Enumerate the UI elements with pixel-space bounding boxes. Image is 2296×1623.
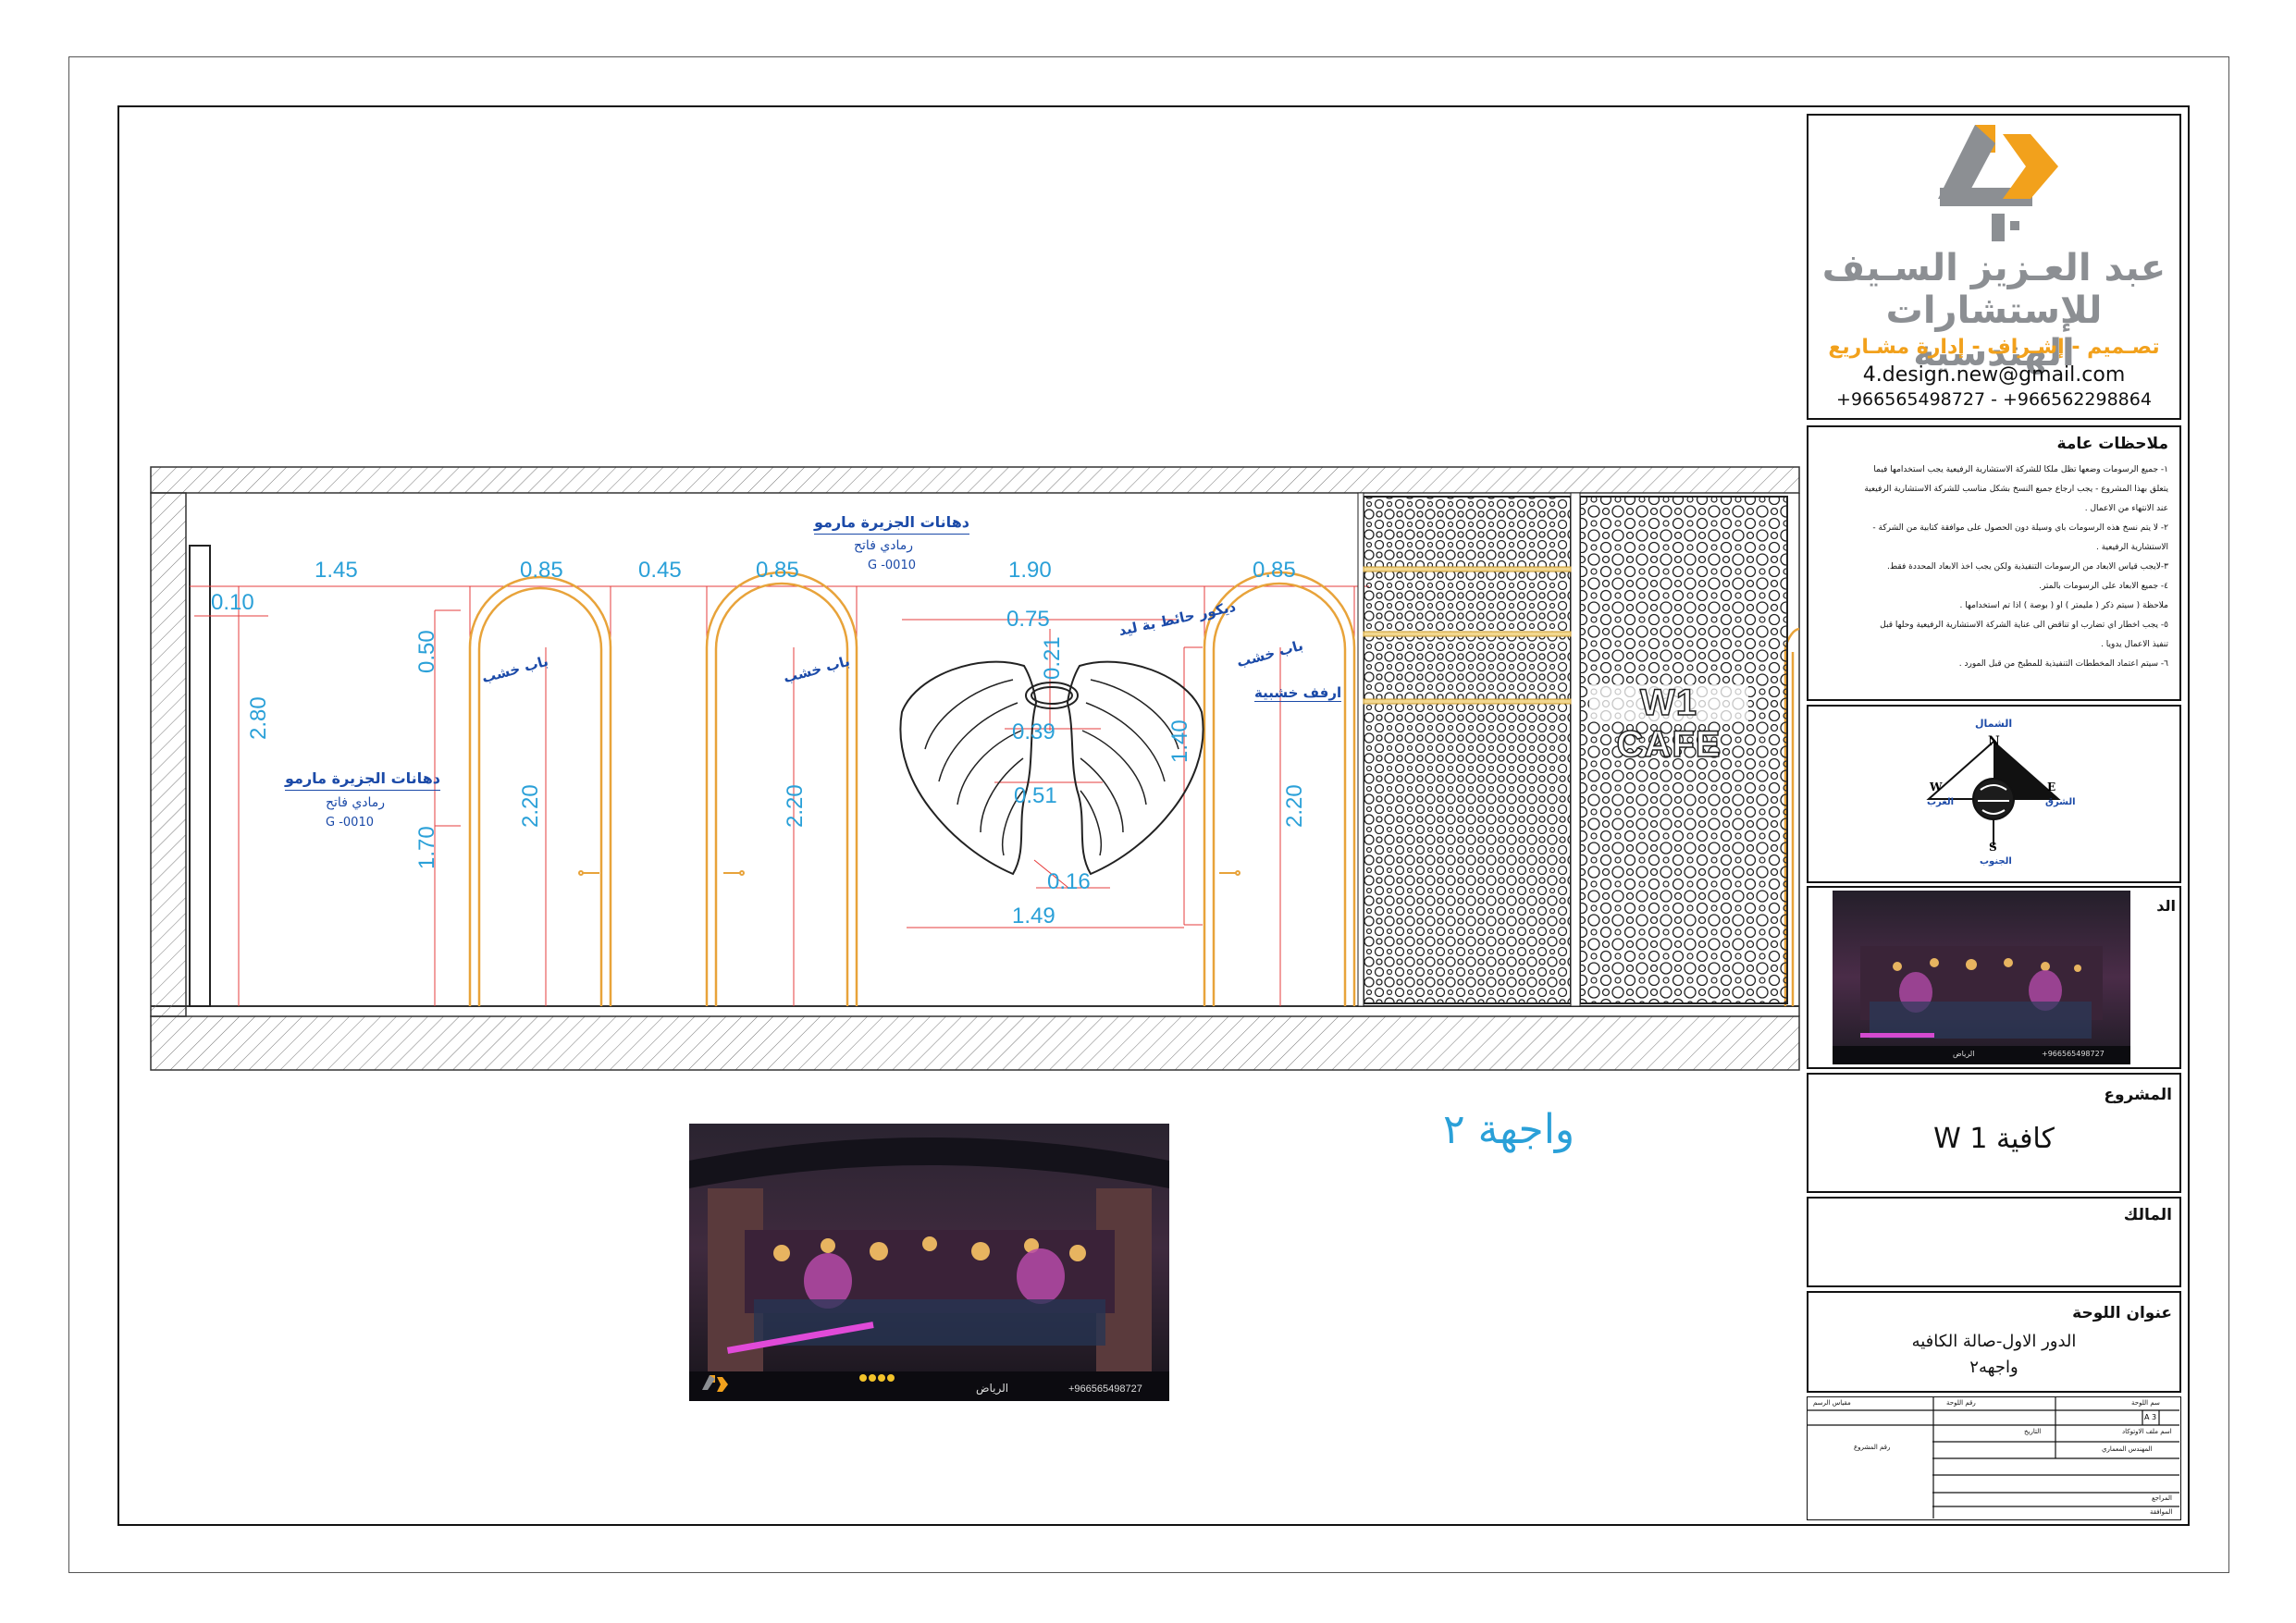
dim-140: 1.40 (1167, 719, 1192, 763)
note-line: ٥- يجب اخطار اي تضارب او تناقض الى عناية… (1880, 621, 2168, 630)
note-line: عند الانتهاء من الاعمال . (2084, 504, 2168, 513)
paint-label-left: دهانات الجزيرة مارمو (285, 769, 440, 791)
note-line: تنفيذ الاعمال يدويا . (2101, 640, 2168, 649)
note-line: ١- جميع الرسومات وضعها تظل ملكا للشركة ا… (1873, 465, 2168, 474)
compass-north: N (1988, 734, 2000, 749)
note-line: ٣-لايجب قياس الابعاد من الرسومات التنفيذ… (1887, 562, 2168, 572)
tt-paper-size: A 3 (2144, 1413, 2157, 1421)
sheet-title-label: عنوان اللوحة (2072, 1304, 2172, 1322)
note-line: يتعلق بهذا المشروع - يجب ارجاع جميع النس… (1864, 485, 2168, 494)
dim-top-5: 1.90 (1008, 558, 1052, 583)
dim-039: 0.39 (1012, 719, 1055, 744)
compass-east: E (2047, 781, 2056, 793)
dim-051: 0.51 (1014, 783, 1057, 808)
company-phones: +966565498727 - +966562298864 (1836, 389, 2152, 410)
paint-code-left: G -0010 (326, 816, 374, 830)
left-wall (150, 492, 187, 1017)
dim-top-6: 0.85 (1253, 558, 1296, 583)
sheet-title-line2: واجهه٢ (1969, 1358, 2018, 1377)
company-logo-box: عبد العـزيز السـيف للإستشارات الهندسية ت… (1807, 114, 2181, 420)
paint-code-top: G -0010 (868, 559, 916, 572)
owner-label: المالك (2123, 1206, 2172, 1224)
render-location: الرياض (976, 1382, 1009, 1395)
key-plan-box: الد الرياض +966565498727 (1807, 886, 2181, 1069)
dim-top-4: 0.85 (756, 558, 799, 583)
tt-date-label: التاريخ (2024, 1428, 2042, 1435)
dim-door-height-3: 2.20 (1282, 784, 1307, 828)
dim-149: 1.49 (1012, 904, 1055, 928)
note-line: ملاحظة ( سيتم ذكر ( مليمتر ) او ( بوصة )… (1959, 601, 2168, 610)
dim-door-height-2: 2.20 (783, 784, 808, 828)
dim-010: 0.10 (211, 590, 254, 615)
compass-south: S (1989, 841, 1997, 854)
notes-title: ملاحظات عامة (2056, 435, 2168, 453)
note-line: ٢- لا يتم نسخ هذه الرسومات باي وسيلة دون… (1872, 523, 2168, 533)
tt-sheet-no-label: رقم اللوحة (1946, 1399, 1976, 1407)
compass-west-ar: الغرب (1927, 797, 1955, 807)
general-notes-box: ملاحظات عامة ١- جميع الرسومات وضعها تظل … (1807, 425, 2181, 701)
dim-021: 0.21 (1040, 636, 1065, 680)
tt-scale-label: مقياس الرسم (1813, 1399, 1851, 1407)
dim-170: 1.70 (414, 826, 439, 869)
tt-architect-label: المهندس المعماري (2102, 1445, 2153, 1453)
key-plan-phone: +966565498727 (2042, 1050, 2105, 1058)
dim-top-3: 0.45 (638, 558, 682, 583)
key-plan-label: الد (2156, 897, 2176, 915)
owner-box: المالك (1807, 1197, 2181, 1287)
perforated-panel-1 (1363, 496, 1572, 1004)
dim-top-2: 0.85 (520, 558, 563, 583)
notes-list: ١- جميع الرسومات وضعها تظل ملكا للشركة ا… (1817, 461, 2168, 674)
key-plan-location: الرياض (1953, 1050, 1975, 1058)
tt-project-no-label: رقم المشروع (1854, 1444, 1891, 1451)
key-plan-render-image: الرياض +966565498727 (1833, 891, 2130, 1064)
floor-slab (150, 1015, 1800, 1071)
cafe-render-image: الرياض +966565498727 (689, 1124, 1169, 1401)
compass-south-ar: الجنوب (1980, 856, 2012, 867)
compass-rose-icon (1926, 740, 2061, 845)
note-line: ٦- سيتم اعتماد المخططات التنفيذية للمطبخ… (1958, 659, 2168, 669)
dim-door-height-1: 2.20 (518, 784, 543, 828)
ceiling-slab (150, 466, 1800, 494)
company-services: تصـميم - إشـراف - إدارة مشـاريع (1828, 336, 2160, 359)
note-line: الاستشارية الرفيعية . (2095, 543, 2168, 552)
dim-050: 0.50 (414, 630, 439, 673)
note-line: ٤- جميع الابعاد على الرسومات بالمتر. (2039, 582, 2168, 591)
paint-sub-top: رمادي فاتح (854, 538, 914, 553)
elevation-title: واجهة ٢ (1443, 1106, 1575, 1153)
sheet-title-line1: الدور الاول-صالة الكافيه (1911, 1332, 2077, 1351)
cafe-sign: W1 CAFE (1616, 682, 1722, 766)
paint-label-top: دهانات الجزيرة مارمو (814, 513, 969, 535)
shelves-label: ارفف خشبية (1254, 684, 1342, 702)
dim-075: 0.75 (1006, 607, 1050, 632)
dim-016: 0.16 (1047, 869, 1091, 894)
tt-sheet-name-label: سم اللوحة (2131, 1399, 2160, 1407)
compass-east-ar: الشرق (2045, 797, 2076, 807)
door-handles (578, 870, 1241, 876)
angel-wings-decor (899, 660, 1204, 876)
company-name-line1: عبد العـزيز السـيف (1821, 247, 2166, 289)
tt-cad-file-label: اسم ملف الاوتوكاد (2122, 1428, 2172, 1435)
title-table: مقياس الرسم رقم اللوحة سم اللوحة A 3 الت… (1807, 1396, 2181, 1520)
sheet-title-box: عنوان اللوحة الدور الاول-صالة الكافيه وا… (1807, 1291, 2181, 1393)
dim-top-1: 1.45 (315, 558, 358, 583)
project-box: المشروع كافية W 1 (1807, 1073, 2181, 1193)
paint-sub-left: رمادي فاتح (326, 795, 386, 810)
company-email: 4.design.new@gmail.com (1862, 363, 2126, 387)
north-compass-box: الشمال N W الغرب E الشرق S الجنوب (1807, 705, 2181, 883)
compass-north-ar: الشمال (1975, 718, 2013, 730)
render-phone: +966565498727 (1068, 1383, 1142, 1395)
tt-approval-label: الموافقة (2150, 1508, 2173, 1516)
dim-280: 2.80 (246, 696, 271, 740)
project-name: كافية W 1 (1933, 1123, 2055, 1155)
company-name-line2: للإستشارات الهندسية (1885, 289, 2103, 375)
tt-reviewer-label: المراجع (2152, 1494, 2172, 1502)
compass-west: W (1930, 781, 1943, 793)
project-label: المشروع (2104, 1086, 2172, 1104)
